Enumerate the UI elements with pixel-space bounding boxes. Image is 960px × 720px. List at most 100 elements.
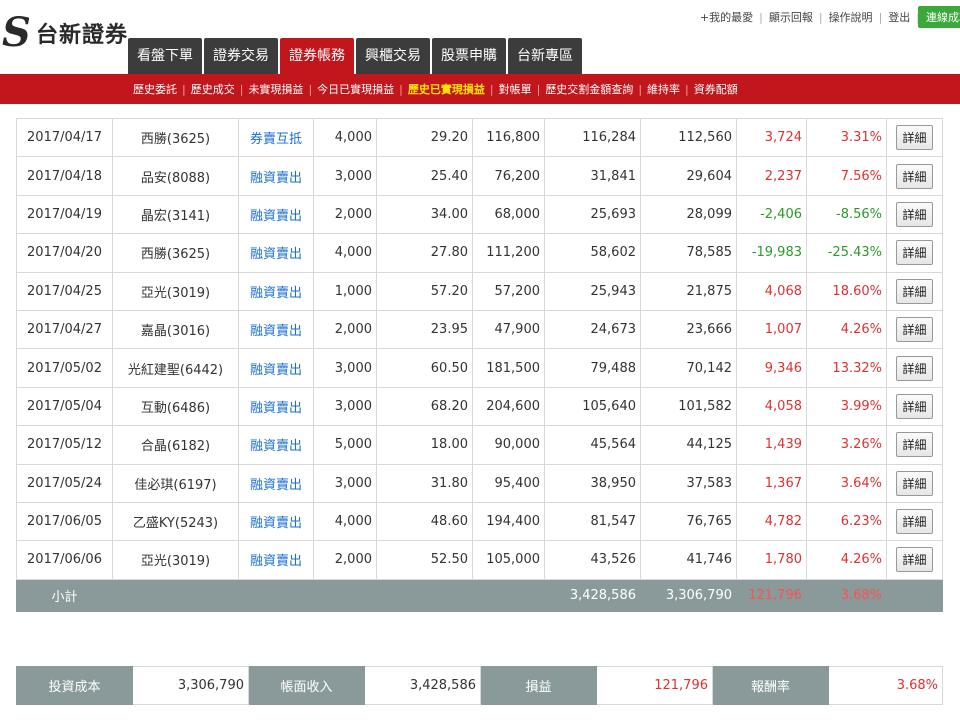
trade-type-link[interactable]: 融資賣出 <box>238 501 314 542</box>
pnl-cell: 3,724 <box>736 117 807 158</box>
pnl-cell: 1,780 <box>736 540 807 580</box>
trade-type-link[interactable]: 融資賣出 <box>238 271 314 311</box>
trade-date-cell: 2017/04/27 <box>16 309 113 350</box>
show-report-link[interactable]: 顯示回報 <box>763 9 819 25</box>
return-rate-cell: 7.56% <box>806 156 887 196</box>
trade-type-link[interactable]: 融資賣出 <box>238 425 314 465</box>
cost-cell: 44,125 <box>640 425 737 465</box>
cost-cell: 23,666 <box>640 309 737 350</box>
detail-cell: 詳細 <box>886 425 943 465</box>
main-tab[interactable]: 看盤下單 <box>128 38 202 74</box>
subtotal-blank <box>112 578 239 612</box>
quantity-cell: 2,000 <box>313 540 377 580</box>
return-rate-cell: 13.32% <box>806 348 887 388</box>
summary-row: 投資成本 3,306,790 帳面收入 3,428,586 損益 121,796… <box>16 666 943 705</box>
pnl-cell: 1,439 <box>736 425 807 465</box>
amount-cell: 105,000 <box>472 540 545 580</box>
detail-button[interactable]: 詳細 <box>896 163 933 189</box>
main-tab[interactable]: 證券帳務 <box>280 38 354 74</box>
cost-cell: 29,604 <box>640 156 737 196</box>
trade-type-link[interactable]: 融資賣出 <box>238 386 314 427</box>
amount-cell: 68,000 <box>472 194 545 235</box>
price-cell: 57.20 <box>376 271 473 311</box>
amount-cell: 57,200 <box>472 271 545 311</box>
detail-button[interactable]: 詳細 <box>896 393 933 419</box>
quantity-cell: 3,000 <box>313 348 377 388</box>
quantity-cell: 2,000 <box>313 194 377 235</box>
stock-name-cell: 光紅建聖(6442) <box>112 348 239 388</box>
stock-name-cell: 西勝(3625) <box>112 117 239 158</box>
quantity-cell: 3,000 <box>313 463 377 503</box>
subtotal-label: 小計 <box>16 578 113 612</box>
stock-name-cell: 西勝(3625) <box>112 233 239 273</box>
subnav-item[interactable]: 今日已實現損益 <box>312 81 399 97</box>
main-tab[interactable]: 證券交易 <box>204 38 278 74</box>
subnav-item[interactable]: 對帳單 <box>494 81 537 97</box>
pnl-label: 損益 <box>480 666 597 705</box>
subtotal-rate: 3.68% <box>806 578 887 612</box>
amount-cell: 204,600 <box>472 386 545 427</box>
price-cell: 34.00 <box>376 194 473 235</box>
logo-icon: S <box>2 9 31 56</box>
trade-type-link[interactable]: 融資賣出 <box>238 194 314 235</box>
detail-button[interactable]: 詳細 <box>896 240 933 266</box>
detail-cell: 詳細 <box>886 309 943 350</box>
trade-type-link[interactable]: 融資賣出 <box>238 540 314 580</box>
pnl-cell: 2,237 <box>736 156 807 196</box>
logout-link[interactable]: 登出 <box>882 9 916 25</box>
stock-name-cell: 互動(6486) <box>112 386 239 427</box>
main-tab[interactable]: 台新專區 <box>508 38 582 74</box>
detail-button[interactable]: 詳細 <box>896 509 933 535</box>
detail-button[interactable]: 詳細 <box>896 355 933 381</box>
detail-button[interactable]: 詳細 <box>896 201 933 227</box>
trade-type-link[interactable]: 券賣互抵 <box>238 117 314 158</box>
brand-logo[interactable]: S 台新證券 <box>0 10 128 56</box>
quantity-cell: 3,000 <box>313 156 377 196</box>
favorites-link[interactable]: +我的最愛 <box>694 9 759 25</box>
stock-name-cell: 嘉晶(3016) <box>112 309 239 350</box>
subnav-item[interactable]: 維持率 <box>642 81 685 97</box>
detail-cell: 詳細 <box>886 386 943 427</box>
detail-button[interactable]: 詳細 <box>896 125 933 151</box>
connection-status-button[interactable]: 連線成功 <box>918 6 960 28</box>
detail-button[interactable]: 詳細 <box>896 432 933 458</box>
subtotal-blank <box>472 578 545 612</box>
subnav-item[interactable]: 歷史交割金額查詢 <box>540 81 638 97</box>
trade-type-link[interactable]: 融資賣出 <box>238 348 314 388</box>
table-row: 2017/04/17 西勝(3625) 券賣互抵 4,000 29.20 116,800 1… <box>16 117 943 158</box>
main-tab[interactable]: 興櫃交易 <box>356 38 430 74</box>
price-cell: 31.80 <box>376 463 473 503</box>
trade-type-link[interactable]: 融資賣出 <box>238 309 314 350</box>
return-rate-cell: 18.60% <box>806 271 887 311</box>
subnav-item[interactable]: 資券配額 <box>689 81 743 97</box>
detail-cell: 詳細 <box>886 348 943 388</box>
subnav-item[interactable]: 歷史已實現損益 <box>403 81 490 97</box>
trade-type-link[interactable]: 融資賣出 <box>238 233 314 273</box>
detail-button[interactable]: 詳細 <box>896 547 933 573</box>
return-rate-cell: -25.43% <box>806 233 887 273</box>
main-tab[interactable]: 股票申購 <box>432 38 506 74</box>
amount-cell: 111,200 <box>472 233 545 273</box>
pnl-cell: -19,983 <box>736 233 807 273</box>
main-tabs: 看盤下單 證券交易 證券帳務 興櫃交易 股票申購 台新專區 <box>128 38 584 74</box>
amount-cell: 194,400 <box>472 501 545 542</box>
table-row: 2017/04/19 晶宏(3141) 融資賣出 2,000 34.00 68,000 25… <box>16 194 943 235</box>
cost-cell: 21,875 <box>640 271 737 311</box>
subnav-item[interactable]: 歷史成交 <box>186 81 240 97</box>
detail-cell: 詳細 <box>886 463 943 503</box>
subnav-item[interactable]: 歷史委託 <box>128 81 182 97</box>
detail-cell: 詳細 <box>886 501 943 542</box>
subnav-item[interactable]: 未實現損益 <box>243 81 308 97</box>
detail-button[interactable]: 詳細 <box>896 317 933 343</box>
trade-type-link[interactable]: 融資賣出 <box>238 463 314 503</box>
income-cell: 116,284 <box>544 117 641 158</box>
return-rate-cell: 4.26% <box>806 540 887 580</box>
pnl-cell: 4,068 <box>736 271 807 311</box>
quantity-cell: 3,000 <box>313 386 377 427</box>
trade-type-link[interactable]: 融資賣出 <box>238 156 314 196</box>
help-link[interactable]: 操作說明 <box>823 9 879 25</box>
table-row: 2017/05/02 光紅建聖(6442) 融資賣出 3,000 60.50 181,50… <box>16 348 943 388</box>
detail-button[interactable]: 詳細 <box>896 278 933 304</box>
detail-button[interactable]: 詳細 <box>896 470 933 496</box>
price-cell: 68.20 <box>376 386 473 427</box>
